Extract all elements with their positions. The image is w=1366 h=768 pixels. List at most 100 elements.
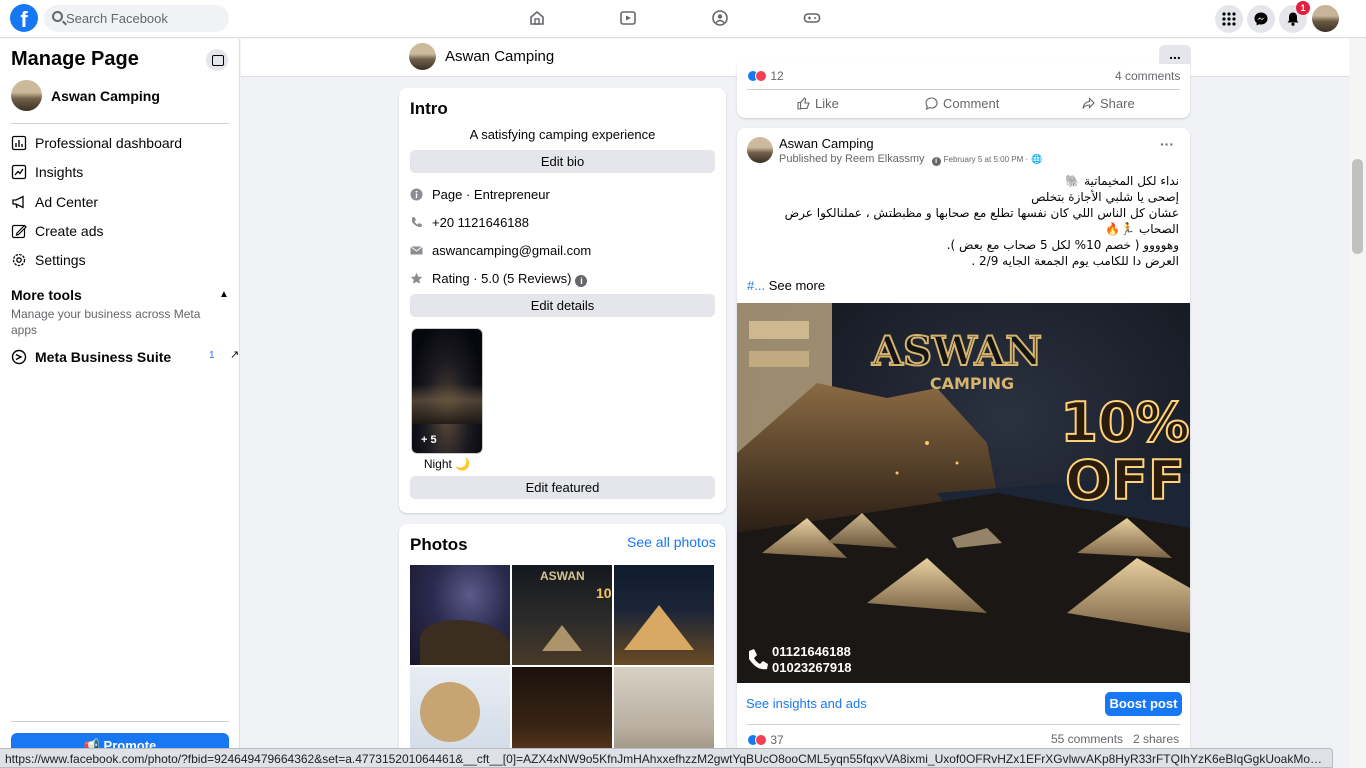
search-input[interactable] [66,5,226,32]
love-reaction-icon [755,734,767,746]
like-label: Like [815,96,839,111]
phone-text: +20 1121646188 [432,215,529,230]
account-avatar[interactable] [1312,5,1339,32]
comments-count[interactable]: 4 comments [1115,69,1180,83]
email-text[interactable]: aswancamping@gmail.com [432,243,591,258]
menu-grid-icon [1222,12,1236,26]
sidebar-item-settings[interactable]: Settings [11,249,229,271]
shares-count[interactable]: 2 shares [1133,732,1179,746]
post-line: عشان كل الناس اللي كان نفسها تطلع مع صحا… [784,206,1179,220]
comment-button[interactable]: Comment [925,96,999,114]
category-text: Page · Entrepreneur [432,187,550,202]
sidebar-page-name: Aswan Camping [51,88,160,104]
hashtag-link[interactable]: #... [747,278,765,293]
sidebar-item-label: Create ads [35,223,104,239]
post-date[interactable]: February 5 at 5:00 PM · [944,155,1028,164]
photos-card: Photos See all photos ASWAN 10% [399,524,726,767]
edit-details-button[interactable]: Edit details [410,294,715,317]
page-avatar[interactable] [409,43,436,70]
boost-post-button[interactable]: Boost post [1105,692,1182,716]
post-author-avatar[interactable] [747,137,773,163]
page-header-name[interactable]: Aswan Camping [445,48,554,65]
reactions-summary[interactable]: 12 [747,69,784,83]
external-link-icon: ↗ [230,349,240,361]
comment-icon [925,97,938,111]
edit-bio-button[interactable]: Edit bio [410,150,715,173]
see-insights-link[interactable]: See insights and ads [746,696,867,711]
rating-info-icon[interactable]: i [575,275,588,287]
image-discount-bottom: OFF [1065,449,1185,512]
rating-detail: Rating · 5.0 (5 Reviews) i [410,270,715,288]
megaphone-icon [11,194,27,210]
intro-title: Intro [410,99,448,118]
link-status-url: https://www.facebook.com/photo/?fbid=924… [0,748,1333,768]
share-icon [1082,97,1095,109]
sidebar-item-label: Ad Center [35,194,99,210]
image-discount-top: 10% [1060,391,1189,454]
featured-count: + 5 [421,434,437,446]
email-detail: aswancamping@gmail.com [410,242,715,260]
phone-detail: +20 1121646188 [410,214,715,232]
post-stats: 55 comments 2 shares [1051,732,1179,746]
category-detail: Page · Entrepreneur [410,186,715,204]
featured-label: Night 🌙 [423,457,471,471]
rating-text: Rating · 5.0 (5 Reviews) [432,271,572,286]
featured-story-thumbnail[interactable]: + 5 [411,328,483,454]
more-tools-description: Manage your business across Meta apps [11,307,201,337]
previous-post-footer: 12 4 comments Like Comment Share [737,64,1190,118]
photo-thumbnail[interactable] [410,565,510,665]
post-line: الصحاب 🏃🔥 [1105,222,1179,236]
more-tools-heading[interactable]: More tools [11,287,82,303]
facebook-logo[interactable]: f [10,4,38,32]
info-icon[interactable]: i [931,157,941,166]
image-brand-sub: CAMPING [930,374,1014,393]
like-button[interactable]: Like [797,96,839,114]
rating-line: Rating · 5.0 (5 Reviews) i [432,271,588,287]
see-all-photos-link[interactable]: See all photos [627,534,716,550]
page-scrollbar[interactable] [1349,39,1366,768]
post-author-name[interactable]: Aswan Camping [779,136,874,151]
post-options-button[interactable]: ··· [1160,136,1174,152]
photo-overlay-discount: 10% [596,585,612,601]
share-button[interactable]: Share [1082,96,1135,114]
menu-grid-button[interactable] [1215,5,1243,33]
comments-count[interactable]: 55 comments [1051,732,1123,746]
post-line: العرض دا للكامب يوم الجمعة الجايه 2/9 . [971,254,1179,268]
search-box[interactable] [44,5,229,32]
sidebar-item-label: Settings [35,252,86,268]
photo-thumbnail[interactable]: ASWAN 10% [512,565,612,665]
thumbs-up-icon [797,97,810,110]
home-icon[interactable] [528,9,546,27]
photo-overlay-text: ASWAN [540,569,585,583]
video-icon[interactable] [619,9,637,27]
post-image[interactable]: ASWAN CAMPING 10% OFF 01121646188 010232… [737,303,1190,683]
sidebar-item-create-ads[interactable]: Create ads [11,220,229,242]
sidebar-item-ad-center[interactable]: Ad Center [11,191,229,213]
top-navigation-bar: f 1 [0,0,1366,38]
sidebar-item-insights[interactable]: Insights [11,161,229,183]
edit-featured-button[interactable]: Edit featured [410,476,715,499]
gear-icon [11,252,27,268]
scrollbar-thumb[interactable] [1352,159,1363,254]
collapse-sidebar-button[interactable] [206,49,228,71]
gaming-icon[interactable] [803,9,821,27]
sidebar-item-meta-business-suite[interactable]: Meta Business Suite 1 ↗ [11,346,239,368]
photo-thumbnail[interactable] [614,565,714,665]
messenger-button[interactable] [1247,5,1275,33]
post-body: نداء لكل المخيماتية 🐘 إصحى يا شلبي الأجا… [753,173,1179,269]
sidebar-item-professional-dashboard[interactable]: Professional dashboard [11,132,229,154]
manage-page-sidebar: Manage Page Aswan Camping Professional d… [0,39,240,768]
business-suite-badge: 1 [209,350,215,361]
globe-icon: 🌐 [1031,154,1043,164]
see-more-link[interactable]: See more [769,278,825,293]
groups-icon[interactable] [711,9,729,27]
info-icon [410,188,423,201]
sidebar-page-profile[interactable]: Aswan Camping [11,80,231,112]
love-reaction-icon [755,70,767,82]
page-avatar [11,80,42,111]
chevron-up-icon[interactable]: ▲ [219,289,229,300]
page-bio: A satisfying camping experience [469,127,656,142]
reactions-summary[interactable]: 37 [747,733,784,747]
image-phone-2: 01023267918 [772,660,852,675]
comment-label: Comment [943,96,1000,111]
